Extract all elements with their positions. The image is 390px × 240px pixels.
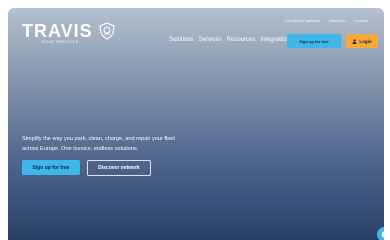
logo-wordmark: TRAVIS — [22, 21, 93, 41]
chat-widget-button[interactable] — [377, 227, 384, 240]
login-button[interactable]: Login — [346, 34, 378, 48]
login-label: Login — [359, 38, 372, 44]
hero-signup-button[interactable]: Sign up for free — [22, 160, 80, 175]
util-link-about[interactable]: About us — [329, 18, 345, 23]
main-nav: Solutions Services Resources Integration… — [169, 37, 292, 43]
util-link-contact[interactable]: Contact — [354, 18, 368, 23]
nav-item-services[interactable]: Services — [199, 37, 222, 43]
hero-line-2: across Europe. One invoice, endless solu… — [22, 146, 139, 152]
chat-icon — [381, 231, 384, 238]
site-logo[interactable]: TRAVIS ROAD SERVICES — [22, 21, 117, 44]
discover-network-button[interactable]: Discover network — [87, 160, 151, 176]
logo-tagline: ROAD SERVICES — [42, 40, 79, 44]
utility-nav: For service partners About us Contact — [285, 18, 368, 23]
shield-crest-icon — [99, 22, 115, 40]
person-icon — [352, 38, 357, 44]
nav-item-solutions[interactable]: Solutions — [169, 37, 194, 43]
nav-item-resources[interactable]: Resources — [227, 37, 256, 43]
hero-description: Simplify the way you park, clean, charge… — [22, 134, 222, 154]
header-signup-button[interactable]: Sign up for free — [287, 34, 341, 48]
hero-line-1: Simplify the way you park, clean, charge… — [22, 136, 175, 142]
util-link-service-partners[interactable]: For service partners — [285, 18, 321, 23]
hero-section: TRAVIS ROAD SERVICES For service partner… — [8, 8, 384, 240]
